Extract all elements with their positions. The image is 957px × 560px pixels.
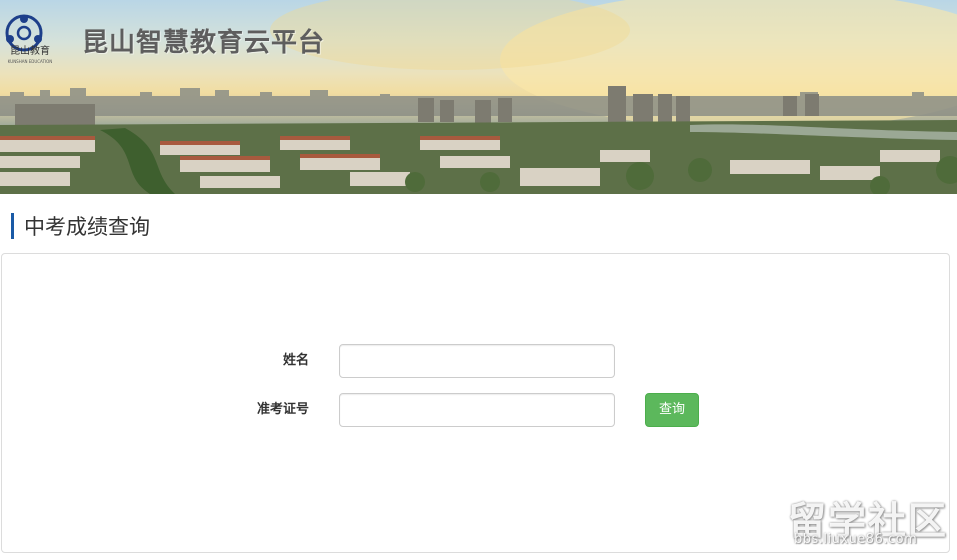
name-row: 姓名 — [2, 344, 951, 378]
site-title: 昆山智慧教育云平台 — [82, 28, 326, 58]
watermark: 留学社区 bbs.liuxue86.com — [788, 490, 948, 552]
header-banner: 昆山教育 KUNSHAN EDUCATION 昆山智慧教育云平台 — [0, 0, 957, 194]
exam-id-input[interactable] — [339, 393, 615, 427]
logo-caption: 昆山教育 — [10, 46, 50, 57]
watermark-url: bbs.liuxue86.com — [794, 532, 918, 547]
section-header: 中考成绩查询 — [11, 212, 150, 240]
exam-id-label: 准考证号 — [256, 402, 309, 417]
name-input[interactable] — [339, 344, 615, 378]
page-title: 中考成绩查询 — [24, 215, 150, 239]
logo-subtext: KUNSHAN EDUCATION — [7, 59, 53, 64]
exam-id-row: 准考证号 查询 — [2, 393, 951, 427]
section-accent-bar — [11, 213, 14, 239]
query-button[interactable]: 查询 — [645, 393, 699, 427]
name-label: 姓名 — [282, 353, 309, 368]
